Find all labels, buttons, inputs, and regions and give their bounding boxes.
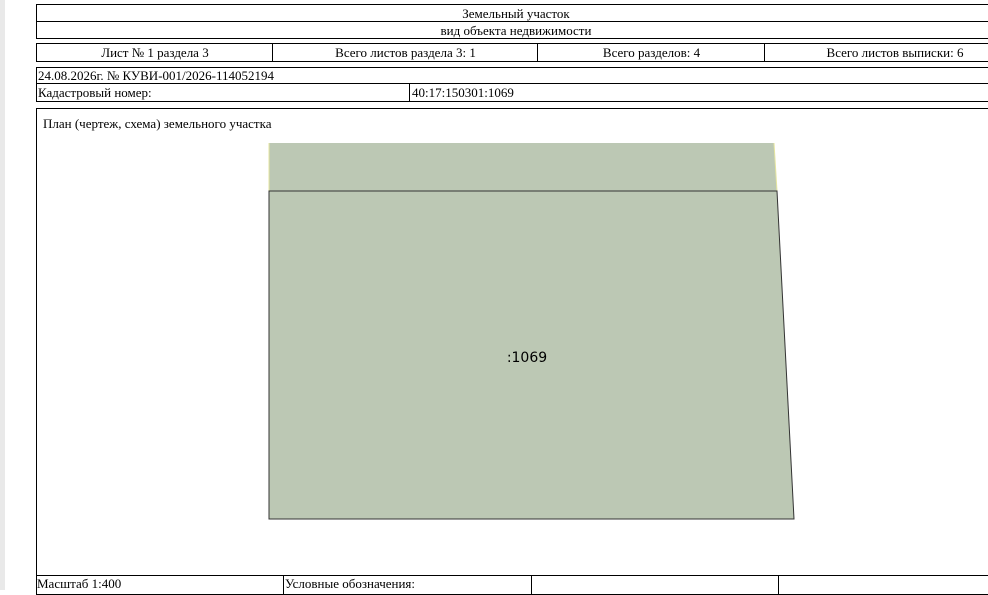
footer-divider xyxy=(531,576,532,594)
footer-divider xyxy=(778,576,779,594)
extract-divider xyxy=(37,83,988,84)
document-title: Земельный участок xyxy=(462,6,570,21)
plan-heading-block: План (чертеж, схема) земельного участка xyxy=(36,108,988,137)
plan-drawing-area: :1069 xyxy=(36,136,988,576)
footer-row: Масштаб 1:400 Условные обозначения: xyxy=(36,575,988,595)
document-subtitle: вид объекта недвижимости xyxy=(440,23,592,38)
sheet-number: Лист № 1 раздела 3 xyxy=(101,45,209,60)
extract-date-number: 24.08.2026г. № КУВИ-001/2026-114052194 xyxy=(38,68,274,83)
cadastral-divider xyxy=(409,84,410,101)
page-gutter xyxy=(0,0,5,590)
cadastral-number-value: 40:17:150301:1069 xyxy=(412,85,514,100)
scale-label: Масштаб 1:400 xyxy=(37,576,122,591)
parcel-label: :1069 xyxy=(507,350,547,366)
legend-label: Условные обозначения: xyxy=(285,576,416,591)
sheet-info-row: Лист № 1 раздела 3 Всего листов раздела … xyxy=(36,43,988,62)
neighbor-parcel-strip xyxy=(269,143,777,191)
header-divider xyxy=(37,21,988,22)
plan-heading: План (чертеж, схема) земельного участка xyxy=(43,116,272,131)
total-sections: Всего разделов: 4 xyxy=(602,45,701,60)
total-sheets-section: Всего листов раздела 3: 1 xyxy=(335,45,476,60)
extract-info-block: 24.08.2026г. № КУВИ-001/2026-114052194 К… xyxy=(36,67,988,102)
footer-divider xyxy=(283,576,284,594)
header-block: Земельный участок вид объекта недвижимос… xyxy=(36,4,988,39)
cadastral-number-label: Кадастровый номер: xyxy=(38,85,152,100)
parcel-plan: :1069 xyxy=(268,142,795,520)
total-sheets-extract: Всего листов выписки: 6 xyxy=(826,45,964,60)
